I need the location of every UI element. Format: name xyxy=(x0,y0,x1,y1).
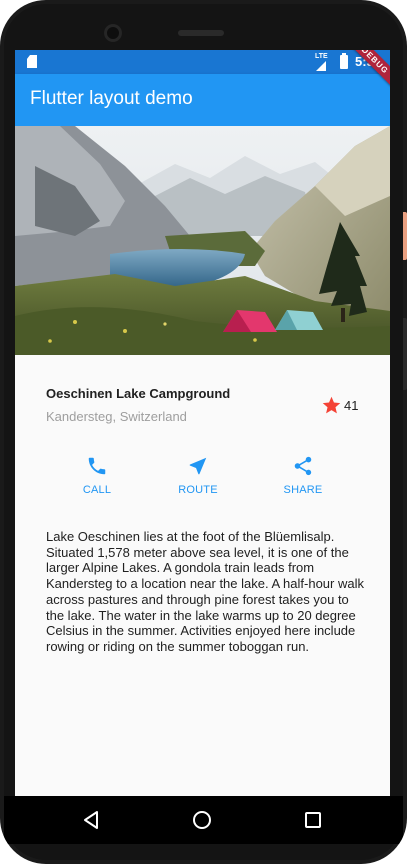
front-camera xyxy=(104,24,122,42)
title-section: Oeschinen Lake Campground Kandersteg, Sw… xyxy=(15,355,390,437)
place-location: Kandersteg, Switzerland xyxy=(46,409,187,424)
call-button[interactable]: CALL xyxy=(57,455,137,505)
earpiece-speaker xyxy=(178,30,224,36)
network-type-label: LTE xyxy=(315,53,328,60)
lake-landscape-image xyxy=(15,126,390,355)
power-button[interactable] xyxy=(403,212,407,260)
share-button[interactable]: SHARE xyxy=(263,455,343,505)
route-label: ROUTE xyxy=(178,484,218,496)
app-screen: LTE 5:55 Flutter layout demo xyxy=(15,50,390,796)
volume-button[interactable] xyxy=(403,318,407,390)
status-bar: LTE 5:55 xyxy=(15,50,390,74)
description-text: Lake Oeschinen lies at the foot of the B… xyxy=(46,529,364,654)
recents-icon[interactable] xyxy=(301,808,325,832)
share-icon xyxy=(294,456,312,476)
star-icon[interactable] xyxy=(321,395,342,416)
call-label: CALL xyxy=(82,484,112,496)
battery-icon xyxy=(340,53,348,69)
app-bar: Flutter layout demo xyxy=(15,74,390,126)
signal-icon xyxy=(316,61,326,71)
navigation-icon xyxy=(189,457,207,475)
home-icon[interactable] xyxy=(190,808,214,832)
system-nav-bar xyxy=(4,796,403,844)
back-icon[interactable] xyxy=(80,808,104,832)
sim-card-icon xyxy=(27,55,37,68)
share-label: SHARE xyxy=(283,484,323,496)
route-button[interactable]: ROUTE xyxy=(158,455,238,505)
favorite-count: 41 xyxy=(344,398,359,413)
page-title: Flutter layout demo xyxy=(30,88,193,109)
phone-icon xyxy=(88,457,106,475)
hero-image xyxy=(15,126,390,355)
place-name: Oeschinen Lake Campground xyxy=(46,386,231,401)
phone-frame: LTE 5:55 Flutter layout demo xyxy=(0,0,407,864)
